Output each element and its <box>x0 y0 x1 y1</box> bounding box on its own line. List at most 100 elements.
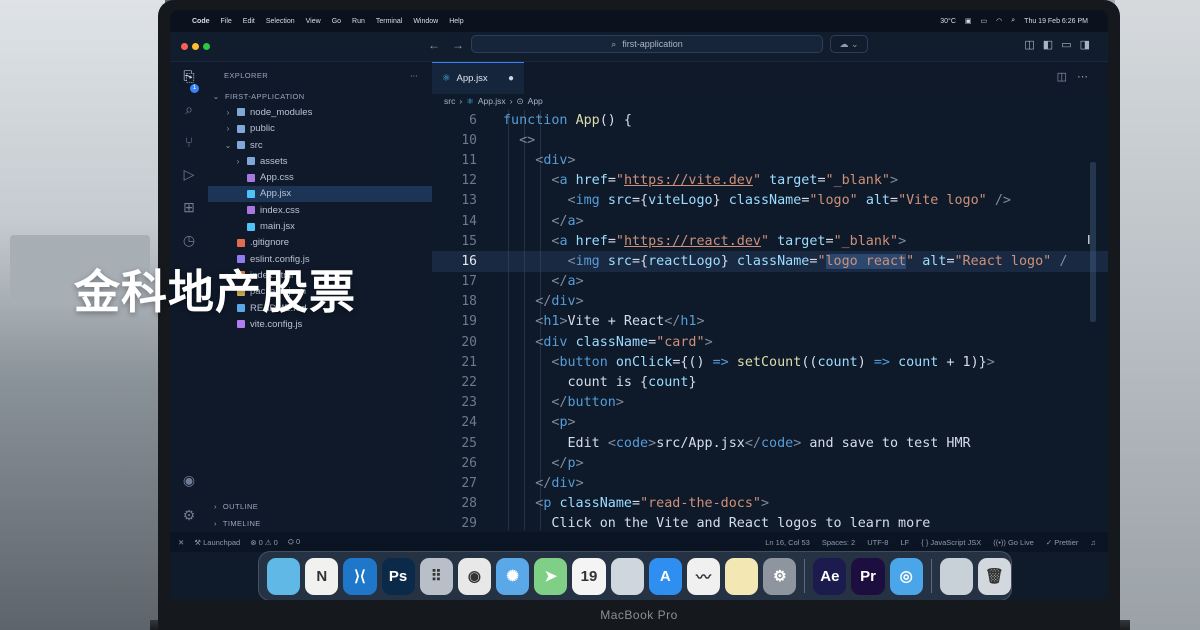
project-root[interactable]: ⌄ FIRST-APPLICATION <box>208 88 432 104</box>
timeline-section[interactable]: › TIMELINE <box>208 515 432 532</box>
dock-photoshop-icon[interactable]: Ps <box>381 557 415 595</box>
layout-icon[interactable]: ◫ <box>1024 38 1034 51</box>
indentation[interactable]: Spaces: 2 <box>822 538 855 547</box>
problems-item[interactable]: ⊗ 0 ⚠ 0 <box>250 538 278 547</box>
more-actions-icon[interactable]: ⋯ <box>1077 70 1088 83</box>
dock-finder-icon[interactable] <box>267 557 301 595</box>
dock-freeform-icon[interactable]: 〰 <box>686 557 721 595</box>
code-line[interactable]: 17 </a> <box>432 272 1108 292</box>
run-debug-icon[interactable]: ▷ <box>184 166 195 183</box>
menu-item-go[interactable]: Go <box>332 18 341 25</box>
prettier-item[interactable]: ✓ Prettier <box>1046 538 1079 547</box>
code-editor[interactable]: 6 function App() {10 <> 11 <div> 12 <a href… <box>432 110 1108 530</box>
code-line[interactable]: 27 </div> <box>432 473 1108 493</box>
dock-notes-icon[interactable] <box>725 557 759 595</box>
search-icon[interactable]: ⌕ <box>1011 17 1015 25</box>
menu-item-window[interactable]: Window <box>413 18 438 25</box>
split-editor-icon[interactable]: ◫ <box>1057 70 1067 83</box>
code-line[interactable]: 16 <img src={reactLogo} className="logo … <box>432 251 1108 272</box>
command-center-search[interactable]: ⌕ first-application <box>471 35 823 53</box>
dock-chrome-icon[interactable]: ◉ <box>457 557 492 595</box>
dock-launchpad-icon[interactable]: ⠿ <box>419 557 453 595</box>
code-line[interactable]: 21 <button onClick={() => setCount((coun… <box>432 352 1108 372</box>
account-icon[interactable]: ◉ <box>183 472 195 489</box>
toggle-panel-icon[interactable]: ▭ <box>1061 38 1071 51</box>
dock-notion-icon[interactable]: N <box>305 557 339 595</box>
code-line[interactable]: 12 <a href="https://vite.dev" target="_b… <box>432 171 1108 191</box>
code-line[interactable]: 23 </button> <box>432 393 1108 413</box>
code-line[interactable]: 10 <> <box>432 130 1108 150</box>
battery-icon[interactable]: ▭ <box>981 17 988 25</box>
settings-gear-icon[interactable]: ⚙ <box>183 507 196 524</box>
code-line[interactable]: 11 <div> <box>432 150 1108 170</box>
menu-item-edit[interactable]: Edit <box>243 18 255 25</box>
cursor-position[interactable]: Ln 16, Col 53 <box>765 538 810 547</box>
dock-downloads-icon[interactable] <box>939 557 973 595</box>
file-tree-item[interactable]: ⌄ src <box>208 137 432 153</box>
code-line[interactable]: 26 </p> <box>432 453 1108 473</box>
zoom-window-button[interactable] <box>203 43 210 50</box>
dock-trash-icon[interactable]: 🗑 <box>977 557 1012 595</box>
code-line[interactable]: 22 count is {count} <box>432 372 1108 392</box>
code-line[interactable]: 19 <h1>Vite + React</h1> <box>432 312 1108 332</box>
menu-item-terminal[interactable]: Terminal <box>376 18 402 25</box>
explorer-icon[interactable]: ⎘ <box>183 68 194 85</box>
menu-item-file[interactable]: File <box>221 18 232 25</box>
file-tree-item[interactable]: main.jsx <box>208 218 432 234</box>
language-mode[interactable]: { } JavaScript JSX <box>921 538 981 547</box>
minimize-window-button[interactable] <box>192 43 199 50</box>
remote-icon[interactable]: ✕ <box>178 538 184 547</box>
back-arrow-icon[interactable]: ← <box>428 38 440 52</box>
dock-premiere-icon[interactable]: Pr <box>851 557 885 595</box>
encoding[interactable]: UTF-8 <box>867 538 888 547</box>
copilot-button[interactable]: ☁ ⌄ <box>830 35 868 53</box>
code-line[interactable]: 14 </a> <box>432 211 1108 231</box>
code-line[interactable]: 28 <p className="read-the-docs"> <box>432 494 1108 514</box>
more-actions-icon[interactable]: ⋯ <box>410 71 418 80</box>
dock-finder-2-icon[interactable] <box>610 557 644 595</box>
menu-item-help[interactable]: Help <box>449 18 463 25</box>
go-live-item[interactable]: ((•)) Go Live <box>993 538 1034 547</box>
dock-proxyman-icon[interactable]: ◎ <box>889 557 923 595</box>
code-line[interactable]: 13 <img src={viteLogo} className="logo" … <box>432 191 1108 211</box>
dock-settings-icon[interactable]: ⚙ <box>763 557 797 595</box>
file-tree-item[interactable]: › node_modules <box>208 104 432 120</box>
dock-vscode-icon[interactable]: ⟩⟨ <box>343 557 377 595</box>
code-line[interactable]: 25 Edit <code>src/App.jsx</code> and sav… <box>432 433 1108 453</box>
source-control-icon[interactable]: ⑂ <box>185 134 193 150</box>
ports-item[interactable]: ⛭ 0 <box>288 537 300 547</box>
menu-item-code[interactable]: Code <box>192 18 210 25</box>
code-line[interactable]: 24 <p> <box>432 413 1108 433</box>
unsaved-dot-icon[interactable]: ● <box>508 73 514 84</box>
dock-maps-icon[interactable]: ➤ <box>534 557 568 595</box>
breadcrumb-file[interactable]: App.jsx <box>478 96 506 106</box>
close-window-button[interactable] <box>181 43 188 50</box>
code-line[interactable]: 20 <div className="card"> <box>432 332 1108 352</box>
file-tree-item[interactable]: App.jsx <box>208 185 432 203</box>
dock-after-effects-icon[interactable]: Ae <box>813 557 847 595</box>
menu-item-selection[interactable]: Selection <box>266 18 295 25</box>
file-tree-item[interactable]: › assets <box>208 153 432 169</box>
toggle-sidebar-icon[interactable]: ◧ <box>1043 38 1053 51</box>
dock-app-store-icon[interactable]: A <box>648 557 682 595</box>
wifi-icon[interactable]: ◠ <box>996 17 1002 25</box>
file-tree-item[interactable]: index.css <box>208 202 432 218</box>
code-line[interactable]: 6 function App() { <box>432 110 1108 130</box>
file-tree-item[interactable]: App.css <box>208 169 432 185</box>
code-line[interactable]: 29 Click on the Vite and React logos to … <box>432 514 1108 530</box>
code-line[interactable]: 18 </div> <box>432 292 1108 312</box>
menu-item-run[interactable]: Run <box>352 18 365 25</box>
code-line[interactable]: 15 <a href="https://react.dev" target="_… <box>432 231 1108 251</box>
scrollbar-thumb[interactable] <box>1090 162 1096 322</box>
dock-calendar-icon[interactable]: 19 <box>572 557 606 595</box>
file-tree-item[interactable]: › public <box>208 121 432 137</box>
clock-label[interactable]: Thu 19 Feb 6:26 PM <box>1024 18 1088 25</box>
toggle-secondary-sidebar-icon[interactable]: ◨ <box>1080 38 1090 51</box>
outline-section[interactable]: › OUTLINE <box>208 498 432 515</box>
breadcrumb-src[interactable]: src <box>444 96 455 106</box>
extensions-icon[interactable]: ⊞ <box>183 199 195 216</box>
search-icon[interactable]: ⌕ <box>185 101 193 118</box>
tab-app-jsx[interactable]: ⚛ App.jsx ● <box>432 62 524 94</box>
breadcrumb-symbol[interactable]: App <box>528 96 543 106</box>
weather-label[interactable]: 30°C <box>940 18 956 25</box>
